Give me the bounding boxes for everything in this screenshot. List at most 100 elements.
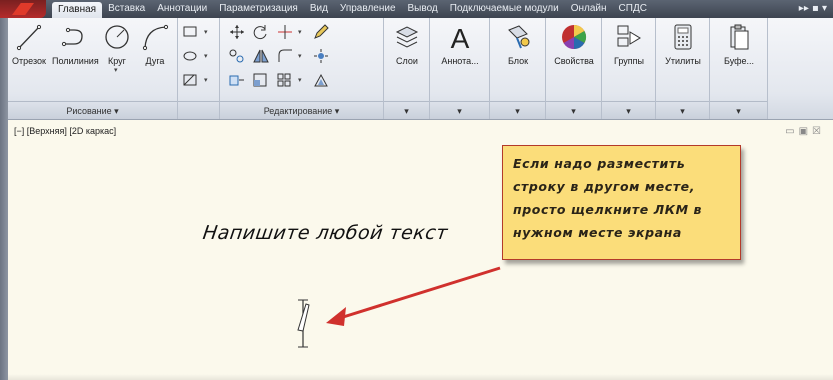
line-tool-label: Отрезок — [12, 56, 46, 66]
color-wheel-icon — [562, 24, 587, 49]
block-panel: Блок ▾ — [490, 18, 546, 119]
layers-button[interactable]: Слои — [384, 22, 430, 66]
tab-parametric[interactable]: Параметризация — [213, 0, 304, 18]
rotate-icon — [253, 25, 267, 40]
annotation-label: Аннота... — [441, 56, 479, 66]
line-tool-button[interactable]: Отрезок — [10, 22, 48, 66]
rectangle-icon — [183, 26, 197, 37]
copy-tool[interactable] — [228, 48, 246, 64]
draw-panel-title[interactable]: Рисование ▾ — [8, 101, 177, 119]
tab-view[interactable]: Вид — [304, 0, 334, 18]
trim-dropdown[interactable]: ▾ — [298, 28, 302, 36]
block-expander[interactable]: ▾ — [490, 101, 545, 119]
stretch-tool[interactable] — [228, 72, 246, 88]
modify-panel: ▾ ▾ ▾ Редактирование ▾ — [220, 18, 384, 119]
stretch-icon — [229, 75, 244, 86]
ribbon: Отрезок Полилиния Круг ▾ Дуга Рисование … — [8, 18, 833, 120]
copy-icon — [229, 49, 244, 63]
left-window-edge — [0, 18, 8, 380]
tab-overflow-controls[interactable]: ▸▸ ▪ ▾ — [799, 0, 827, 18]
autocad-logo-icon — [12, 3, 34, 15]
annotation-expander[interactable]: ▾ — [430, 101, 489, 119]
line-icon — [16, 24, 42, 51]
array-tool[interactable] — [276, 72, 294, 88]
tabs-list: Главная Вставка Аннотации Параметризация… — [52, 0, 653, 18]
tab-spds[interactable]: СПДС — [613, 0, 653, 18]
tab-home[interactable]: Главная — [52, 2, 103, 18]
application-menu-button[interactable] — [0, 0, 46, 18]
utilities-expander[interactable]: ▾ — [656, 101, 709, 119]
rectangle-tool[interactable] — [182, 24, 200, 40]
arc-icon — [142, 24, 169, 51]
tab-online[interactable]: Онлайн — [565, 0, 613, 18]
annotation-button[interactable]: A Аннота... — [430, 22, 490, 66]
offset-tool[interactable] — [312, 72, 330, 88]
tab-plugins[interactable]: Подключаемые модули — [444, 0, 565, 18]
circle-tool-button[interactable]: Круг ▾ — [100, 22, 134, 74]
group-icon — [617, 25, 641, 47]
text-cursor-icon — [297, 299, 310, 348]
circle-dropdown[interactable]: ▾ — [114, 66, 118, 74]
callout-line: нужном месте экрана — [513, 225, 682, 240]
tab-manage[interactable]: Управление — [334, 0, 402, 18]
array-dropdown[interactable]: ▾ — [298, 76, 302, 84]
properties-label: Свойства — [554, 56, 594, 66]
viewport-window-controls: ▭ ▣ ☒ — [785, 126, 821, 137]
fillet-icon — [278, 49, 292, 62]
groups-button[interactable]: Группы — [602, 22, 656, 66]
polyline-tool-button[interactable]: Полилиния — [52, 22, 99, 66]
hatch-tool[interactable] — [182, 72, 200, 88]
layers-icon — [395, 26, 419, 48]
viewport-controls-label[interactable]: [−] [Верхняя] [2D каркас] — [14, 126, 116, 136]
pointer-arrowhead — [326, 307, 346, 326]
minimize-icon[interactable]: ▭ — [785, 126, 794, 137]
utilities-label: Утилиты — [665, 56, 701, 66]
properties-button[interactable]: Свойства — [546, 22, 602, 66]
explode-tool[interactable] — [312, 48, 330, 64]
properties-expander[interactable]: ▾ — [546, 101, 601, 119]
ellipse-tool[interactable] — [182, 48, 200, 64]
block-button[interactable]: Блок — [490, 22, 546, 66]
tab-insert[interactable]: Вставка — [102, 0, 151, 18]
ribbon-tab-bar: Главная Вставка Аннотации Параметризация… — [0, 0, 833, 18]
pointer-arrow-line — [339, 266, 501, 320]
tab-annotate[interactable]: Аннотации — [151, 0, 213, 18]
offset-icon — [314, 73, 328, 87]
fillet-tool[interactable] — [276, 48, 294, 64]
utilities-button[interactable]: Утилиты — [656, 22, 710, 66]
polyline-icon — [61, 27, 83, 47]
close-icon[interactable]: ☒ — [812, 126, 821, 137]
mirror-tool[interactable] — [252, 48, 270, 64]
callout-line: строку в другом месте, — [513, 179, 696, 194]
block-icon — [508, 25, 530, 49]
scale-tool[interactable] — [252, 72, 270, 88]
clipboard-expander[interactable]: ▾ — [710, 101, 767, 119]
groups-panel: Группы ▾ — [602, 18, 656, 119]
modify-panel-title[interactable]: Редактирование ▾ — [220, 101, 383, 119]
scale-icon — [253, 73, 267, 87]
clipboard-button[interactable]: Буфе... — [710, 22, 768, 66]
fillet-dropdown[interactable]: ▾ — [298, 52, 302, 60]
svg-text:A: A — [451, 23, 470, 52]
move-tool[interactable] — [228, 24, 246, 40]
properties-panel: Свойства ▾ — [546, 18, 602, 119]
layers-label: Слои — [396, 56, 418, 66]
hatch-icon — [183, 74, 197, 86]
clipboard-label: Буфе... — [723, 56, 755, 66]
erase-tool[interactable] — [312, 24, 330, 40]
groups-expander[interactable]: ▾ — [602, 101, 655, 119]
clipboard-panel: Буфе... ▾ — [710, 18, 768, 119]
polyline-tool-label: Полилиния — [52, 56, 99, 66]
trim-tool[interactable] — [276, 24, 294, 40]
restore-icon[interactable]: ▣ — [799, 126, 808, 137]
ellipse-icon — [183, 51, 197, 61]
ellipse-dropdown[interactable]: ▾ — [204, 52, 208, 60]
layers-expander[interactable]: ▾ — [384, 101, 429, 119]
rectangle-dropdown[interactable]: ▾ — [204, 28, 208, 36]
callout-line: Если надо разместить — [513, 156, 686, 171]
arc-tool-button[interactable]: Дуга — [138, 22, 172, 66]
arc-tool-label: Дуга — [145, 56, 165, 66]
tab-output[interactable]: Вывод — [402, 0, 444, 18]
hatch-dropdown[interactable]: ▾ — [204, 76, 208, 84]
rotate-tool[interactable] — [252, 24, 270, 40]
